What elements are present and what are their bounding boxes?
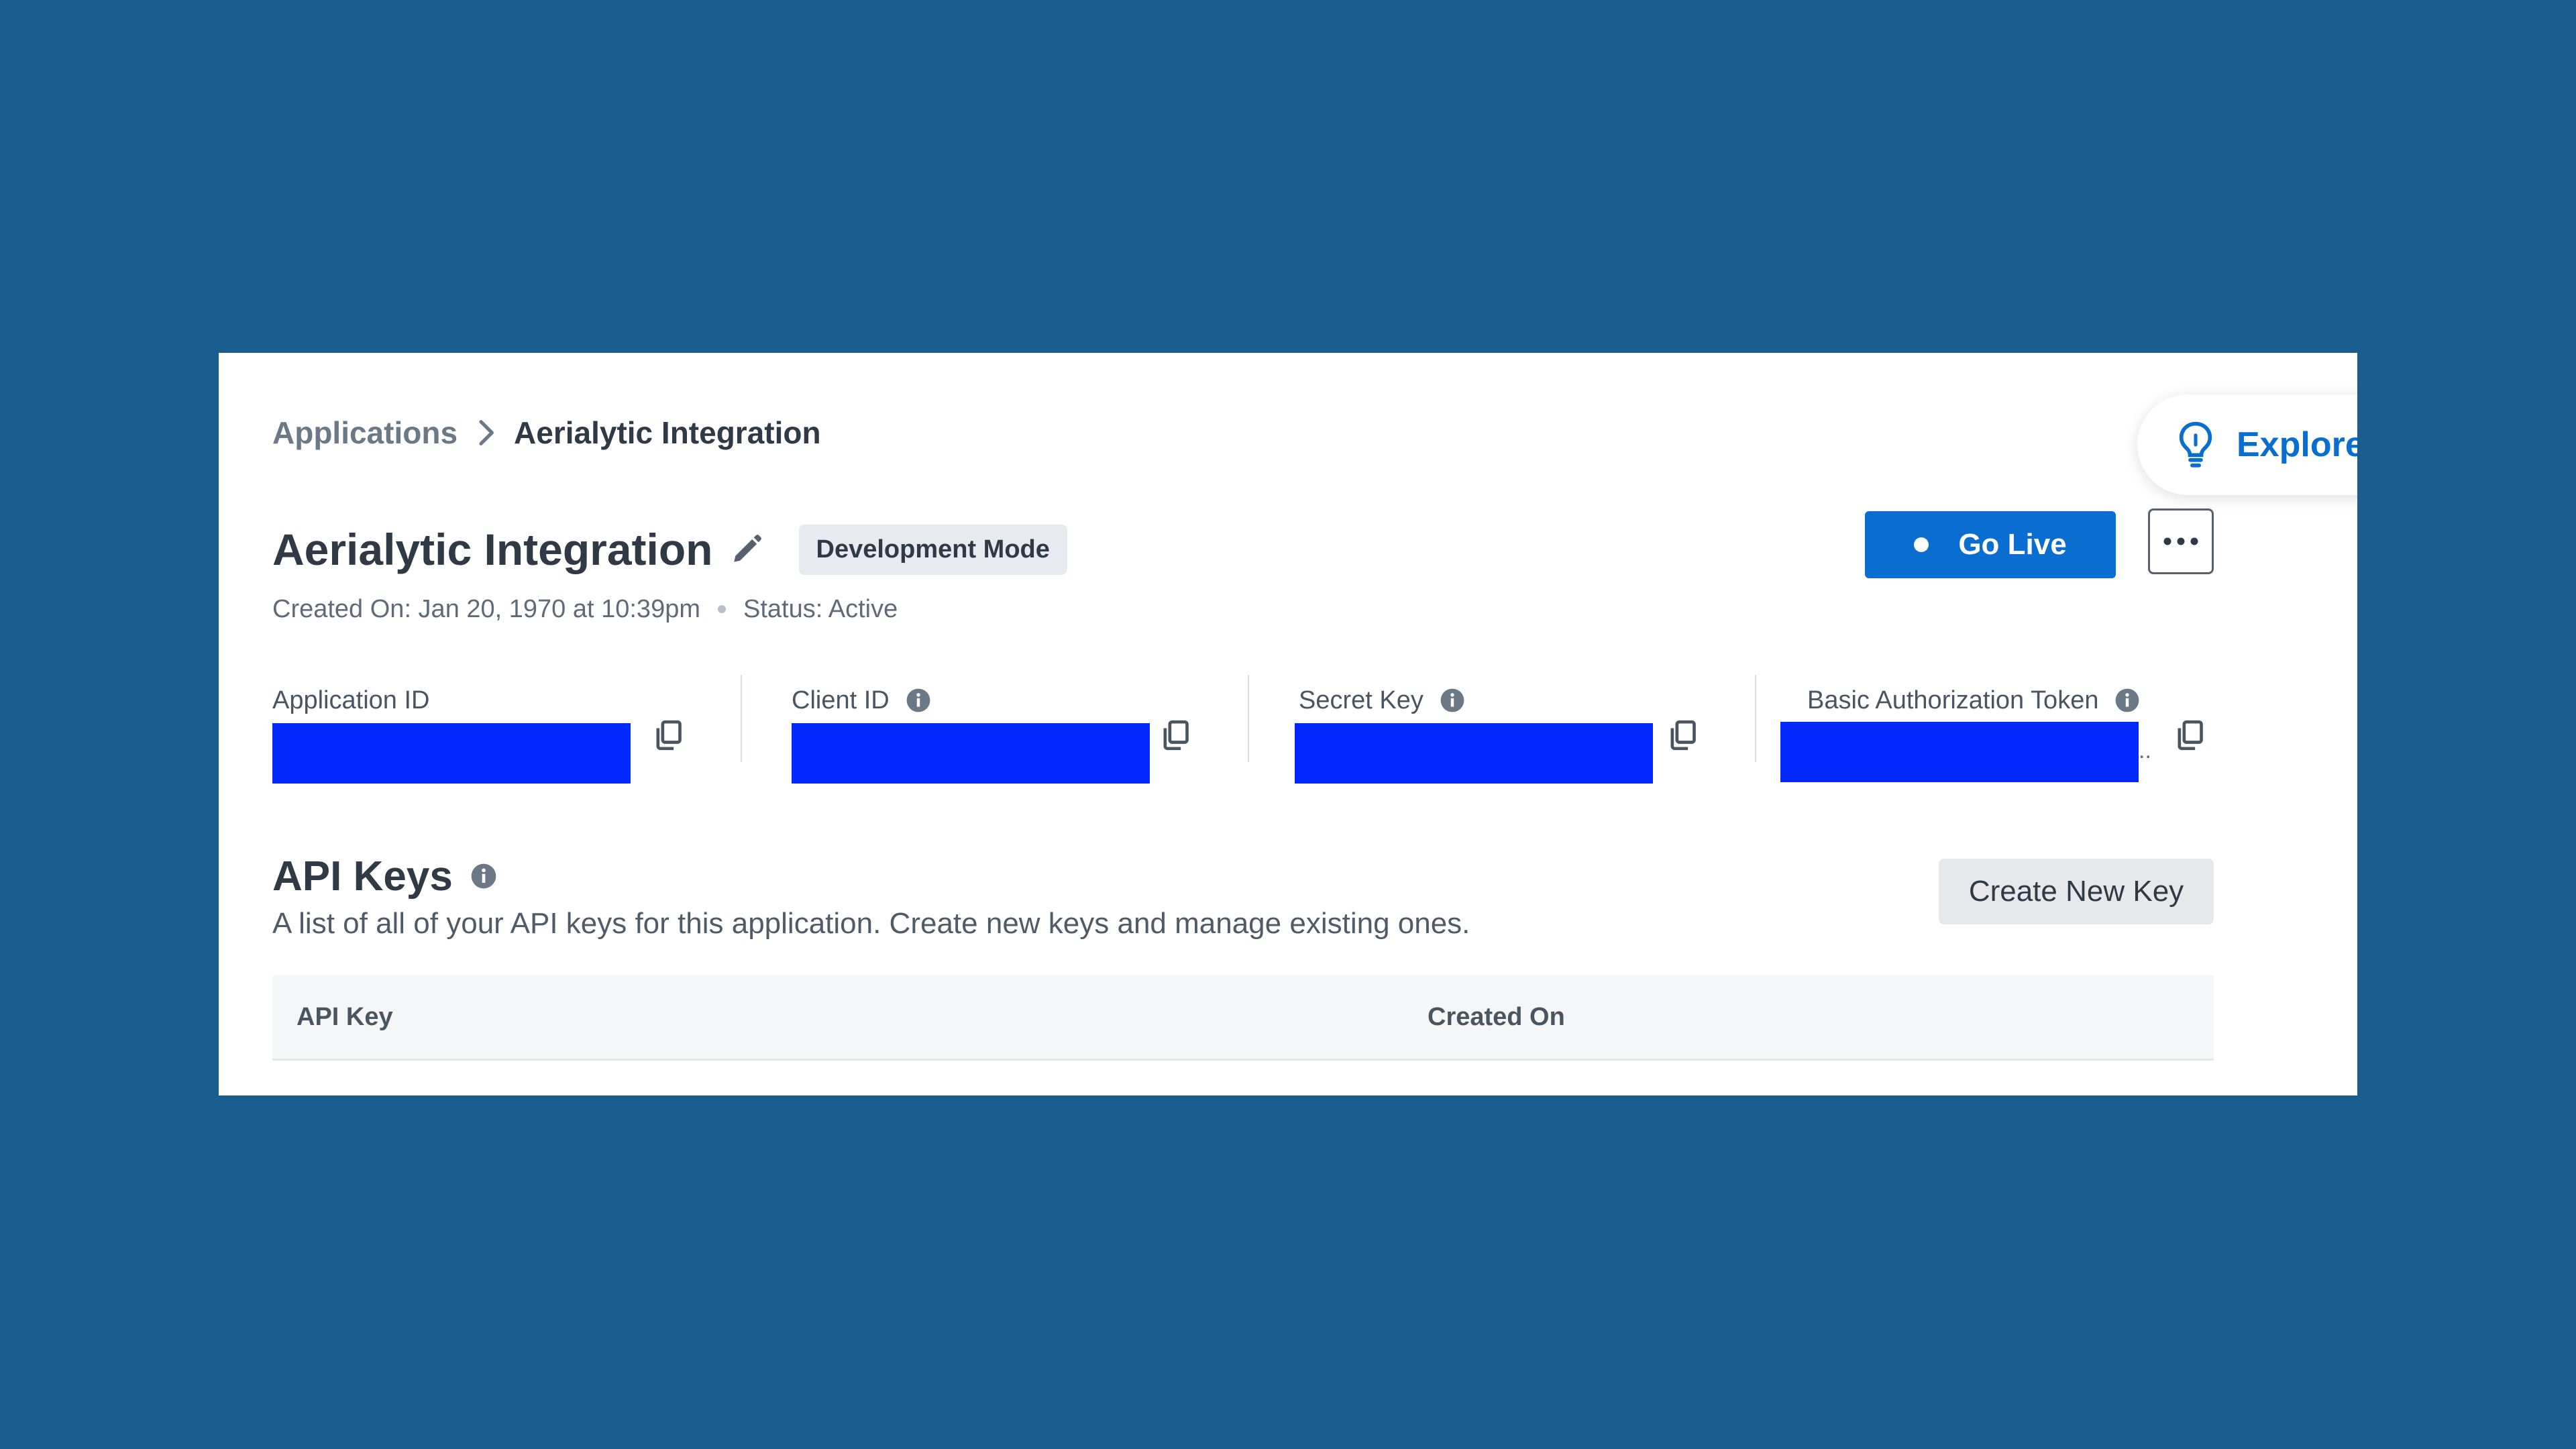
lightbulb-icon [2179, 421, 2212, 468]
copy-icon[interactable] [649, 716, 687, 754]
meta-separator-dot [717, 605, 726, 613]
go-live-label: Go Live [1958, 528, 2067, 561]
app-meta: Created On: Jan 20, 1970 at 10:39pm Stat… [272, 589, 898, 629]
copy-icon[interactable] [1157, 716, 1194, 754]
credential-divider [1248, 675, 1249, 762]
application-card: Applications Aerialytic Integration Expl… [219, 353, 2357, 1095]
chevron-right-icon [479, 420, 494, 445]
copy-icon[interactable] [1664, 716, 1701, 754]
credential-divider [1755, 675, 1756, 762]
go-live-button[interactable]: Go Live [1865, 511, 2116, 578]
breadcrumb: Applications Aerialytic Integration [272, 409, 821, 456]
copy-icon[interactable] [2171, 716, 2208, 754]
secret-key-label: Secret Key [1299, 674, 1465, 727]
basic-auth-token-label: Basic Authorization Token [1807, 674, 2140, 727]
title-row: Aerialytic Integration Development Mode [272, 513, 1067, 586]
truncation-ellipsis: .. [2139, 738, 2151, 763]
column-header-created-on[interactable]: Created On [1428, 975, 1565, 1059]
more-horizontal-icon [2163, 537, 2198, 545]
info-icon[interactable] [1440, 688, 1465, 713]
credential-divider [741, 675, 742, 762]
page-title: Aerialytic Integration [272, 525, 713, 574]
column-header-api-key[interactable]: API Key [297, 975, 393, 1059]
created-on-text: Created On: Jan 20, 1970 at 10:39pm [272, 594, 700, 623]
info-icon[interactable] [470, 863, 497, 890]
basic-auth-token-label-text: Basic Authorization Token [1807, 686, 2099, 714]
application-id-label: Application ID [272, 674, 429, 727]
dot-icon [1914, 537, 1929, 552]
breadcrumb-current: Aerialytic Integration [514, 415, 821, 450]
api-keys-description: A list of all of your API keys for this … [272, 907, 1470, 940]
more-options-button[interactable] [2148, 508, 2214, 574]
application-id-value-redacted [272, 723, 631, 784]
breadcrumb-applications-link[interactable]: Applications [272, 415, 458, 451]
pencil-icon[interactable] [728, 531, 765, 568]
api-keys-title: API Keys [272, 853, 453, 900]
mode-badge: Development Mode [798, 524, 1067, 575]
info-icon[interactable] [906, 688, 931, 713]
client-id-label: Client ID [792, 674, 931, 727]
secret-key-label-text: Secret Key [1299, 686, 1424, 714]
explore-label: Explore [2237, 425, 2357, 464]
api-keys-table-header: API Key Created On [272, 975, 2214, 1061]
create-new-key-button[interactable]: Create New Key [1939, 859, 2214, 924]
secret-key-value-redacted [1295, 723, 1653, 784]
basic-auth-token-value-redacted [1780, 722, 2139, 782]
status-text: Status: Active [743, 594, 898, 623]
client-id-value-redacted [792, 723, 1150, 784]
api-keys-header: API Keys [272, 843, 497, 910]
application-id-label-text: Application ID [272, 686, 430, 714]
info-icon[interactable] [2114, 688, 2140, 713]
client-id-label-text: Client ID [792, 686, 890, 714]
explore-button[interactable]: Explore [2137, 394, 2357, 495]
